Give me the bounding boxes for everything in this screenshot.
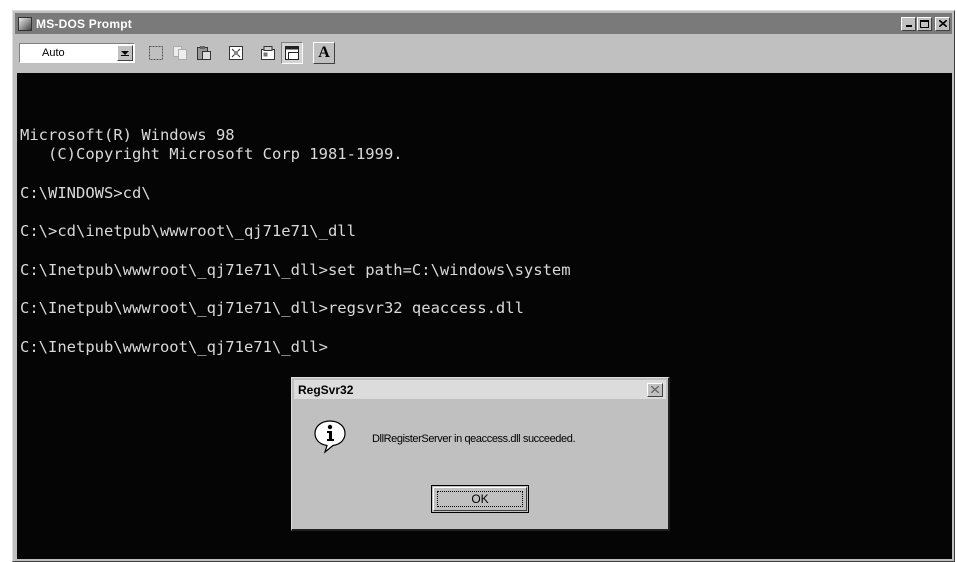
- mark-icon: [149, 46, 163, 60]
- paste-button[interactable]: [193, 42, 215, 64]
- dialog-title-bar[interactable]: RegSvr32: [294, 380, 666, 399]
- maximize-icon: [920, 19, 929, 28]
- ok-label: OK: [471, 492, 489, 506]
- background-icon: [285, 46, 299, 60]
- close-button[interactable]: [935, 16, 950, 31]
- close-icon: [938, 20, 947, 27]
- console-line: (C)Copyright Microsoft Corp 1981-1999.: [20, 145, 403, 163]
- font-button[interactable]: A: [313, 42, 335, 64]
- title-bar[interactable]: MS-DOS Prompt: [15, 13, 952, 34]
- msdos-app-icon[interactable]: [18, 16, 32, 31]
- font-size-value: Auto: [42, 47, 65, 59]
- minimize-icon: [905, 25, 912, 27]
- maximize-button[interactable]: [917, 16, 932, 31]
- font-size-dropdown-button[interactable]: [117, 45, 133, 61]
- toolbar: Auto A: [15, 37, 952, 69]
- dialog-close-button[interactable]: [647, 382, 663, 397]
- window-controls: [901, 16, 950, 31]
- font-icon: A: [318, 44, 330, 61]
- paste-icon: [197, 46, 211, 60]
- mark-button[interactable]: [145, 42, 167, 64]
- console-line: C:\Inetpub\wwwroot\_qj71e71\_dll>set pat…: [20, 261, 571, 279]
- font-size-select[interactable]: Auto: [19, 43, 135, 63]
- minimize-button[interactable]: [901, 16, 916, 31]
- console-line: Microsoft(R) Windows 98: [20, 126, 235, 144]
- console-line: C:\Inetpub\wwwroot\_qj71e71\_dll>regsvr3…: [20, 299, 524, 317]
- copy-icon: [173, 46, 187, 60]
- chevron-down-icon: [121, 50, 129, 56]
- close-icon: [651, 386, 659, 393]
- dialog-message: DllRegisterServer in qeaccess.dll succee…: [372, 433, 576, 445]
- fullscreen-icon: [229, 46, 243, 60]
- regsvr32-dialog: RegSvr32 DllRegisterServer in qeaccess.d…: [291, 377, 670, 531]
- window-title: MS-DOS Prompt: [36, 16, 132, 31]
- console-prompt: C:\Inetpub\wwwroot\_qj71e71\_dll>: [20, 338, 328, 356]
- info-icon: [314, 420, 346, 454]
- copy-button[interactable]: [169, 42, 191, 64]
- properties-icon: [261, 46, 275, 60]
- properties-button[interactable]: [257, 42, 279, 64]
- dialog-title: RegSvr32: [298, 382, 354, 397]
- fullscreen-button[interactable]: [225, 42, 247, 64]
- background-button[interactable]: [281, 42, 303, 64]
- console-line: C:\WINDOWS>cd\: [20, 184, 151, 202]
- ok-button[interactable]: OK: [431, 485, 529, 513]
- console-line: C:\>cd\inetpub\wwwroot\_qj71e71\_dll: [20, 222, 356, 240]
